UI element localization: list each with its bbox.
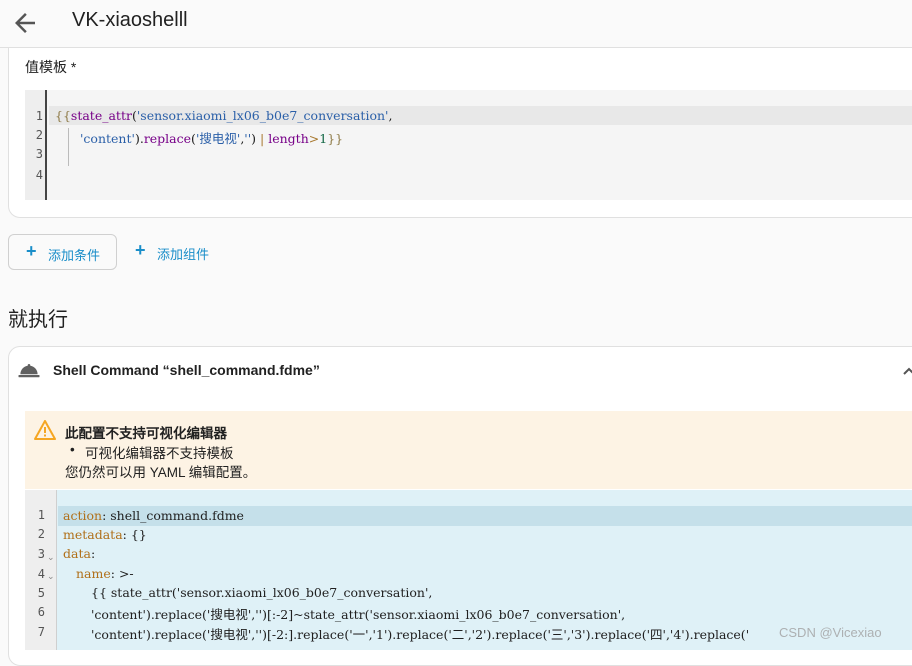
action-title: Shell Command “shell_command.fdme” bbox=[53, 362, 320, 378]
line-number: 4 bbox=[35, 168, 43, 182]
code-line-2: 'content').replace('搜电视','') | length>1}… bbox=[80, 131, 344, 146]
line-number: 1 bbox=[37, 508, 45, 522]
line-number: 7 bbox=[37, 625, 45, 639]
line-number: 3 bbox=[35, 147, 43, 161]
yaml-line-6: 'content').replace('搜电视','')[:-2]~state_… bbox=[91, 607, 626, 622]
line-number: 5 bbox=[37, 586, 45, 600]
yaml-line-1: action: shell_command.fdme bbox=[63, 508, 244, 523]
top-app-bar: VK-xiaoshelll bbox=[0, 0, 912, 48]
warning-title: 此配置不支持可视化编辑器 bbox=[65, 426, 227, 441]
service-bell-icon bbox=[18, 364, 40, 378]
warning-bullet-item: 可视化编辑器不支持模板 bbox=[70, 442, 233, 462]
yaml-line-7: 'content').replace('搜电视','')[-2:].replac… bbox=[91, 627, 750, 642]
yaml-line-2: metadata: {} bbox=[63, 527, 147, 542]
line-number: 2 bbox=[37, 527, 45, 541]
yaml-line-3: data: bbox=[63, 546, 96, 561]
fold-chevron-icon[interactable]: ⌄ bbox=[47, 553, 55, 563]
line-number: 1 bbox=[35, 109, 43, 123]
add-component-label: 添加组件 bbox=[157, 247, 210, 262]
add-condition-label: 添加条件 bbox=[48, 248, 101, 263]
fold-chevron-icon[interactable]: ⌄ bbox=[47, 572, 55, 582]
line-number: 3 bbox=[37, 547, 45, 561]
yaml-line-5: {{ state_attr('sensor.xiaomi_lx06_b0e7_c… bbox=[91, 585, 433, 600]
chevron-up-icon[interactable] bbox=[903, 366, 912, 376]
watermark: CSDN @Vicexiao bbox=[779, 625, 882, 640]
line-number: 6 bbox=[37, 605, 45, 619]
line-number: 4 bbox=[37, 567, 45, 581]
plus-icon: + bbox=[26, 241, 37, 261]
warning-icon bbox=[34, 420, 56, 440]
add-condition-button[interactable]: + 添加条件 bbox=[8, 234, 117, 270]
arrow-left-icon[interactable] bbox=[10, 8, 40, 38]
then-section-title: 就执行 bbox=[8, 309, 68, 331]
yaml-line-4: name: >- bbox=[76, 566, 134, 581]
warning-text: 您仍然可以用 YAML 编辑配置。 bbox=[65, 465, 257, 480]
line-number-gutter: 1 2 3 4 5 6 7 ⌄ ⌄ bbox=[25, 490, 57, 650]
value-template-label: 值模板 * bbox=[25, 59, 77, 75]
indent-guide bbox=[68, 128, 69, 166]
plus-icon: + bbox=[135, 240, 146, 260]
line-number-gutter: 1 2 3 4 bbox=[25, 90, 47, 200]
line-number: 2 bbox=[35, 128, 43, 142]
code-line-1: {{state_attr('sensor.xiaomi_lx06_b0e7_co… bbox=[55, 108, 393, 123]
page-title: VK-xiaoshelll bbox=[72, 9, 188, 31]
add-component-button[interactable]: + 添加组件 bbox=[128, 234, 228, 270]
value-template-editor[interactable]: 1 2 3 4 {{state_attr('sensor.xiaomi_lx06… bbox=[25, 90, 912, 200]
